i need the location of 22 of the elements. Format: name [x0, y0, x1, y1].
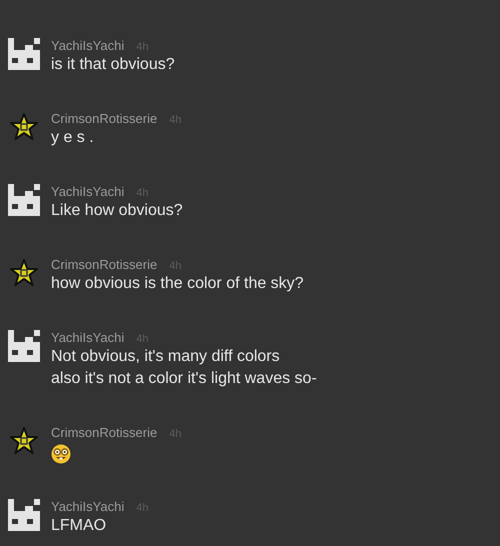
- username[interactable]: YachiIsYachi: [51, 497, 124, 516]
- star-avatar-icon: [10, 259, 38, 287]
- pixel-avatar-icon: [8, 184, 40, 216]
- message-text: Not obvious, it's many diff colors: [51, 347, 280, 367]
- nerd-face-emoji-icon: [51, 444, 71, 464]
- username[interactable]: YachiIsYachi: [51, 328, 124, 348]
- message-text: LFMAO: [51, 516, 106, 536]
- username[interactable]: CrimsonRotisserie: [51, 109, 158, 128]
- username[interactable]: CrimsonRotisserie: [51, 423, 158, 442]
- message-text: is it that obvious?: [51, 55, 175, 75]
- username[interactable]: YachiIsYachi: [51, 36, 124, 56]
- username[interactable]: YachiIsYachi: [51, 182, 124, 202]
- username[interactable]: CrimsonRotisserie: [51, 255, 158, 274]
- message-text: y e s .: [51, 128, 94, 148]
- star-avatar-icon: [10, 427, 38, 455]
- message-text: also it's not a color it's light waves so-: [51, 369, 317, 389]
- message-text: how obvious is the color of the sky?: [51, 274, 304, 294]
- star-avatar-icon: [10, 113, 38, 141]
- message-text: Like how obvious?: [51, 201, 183, 221]
- pixel-avatar-icon: [8, 330, 40, 362]
- pixel-avatar-icon: [8, 499, 40, 531]
- pixel-avatar-icon: [8, 38, 40, 70]
